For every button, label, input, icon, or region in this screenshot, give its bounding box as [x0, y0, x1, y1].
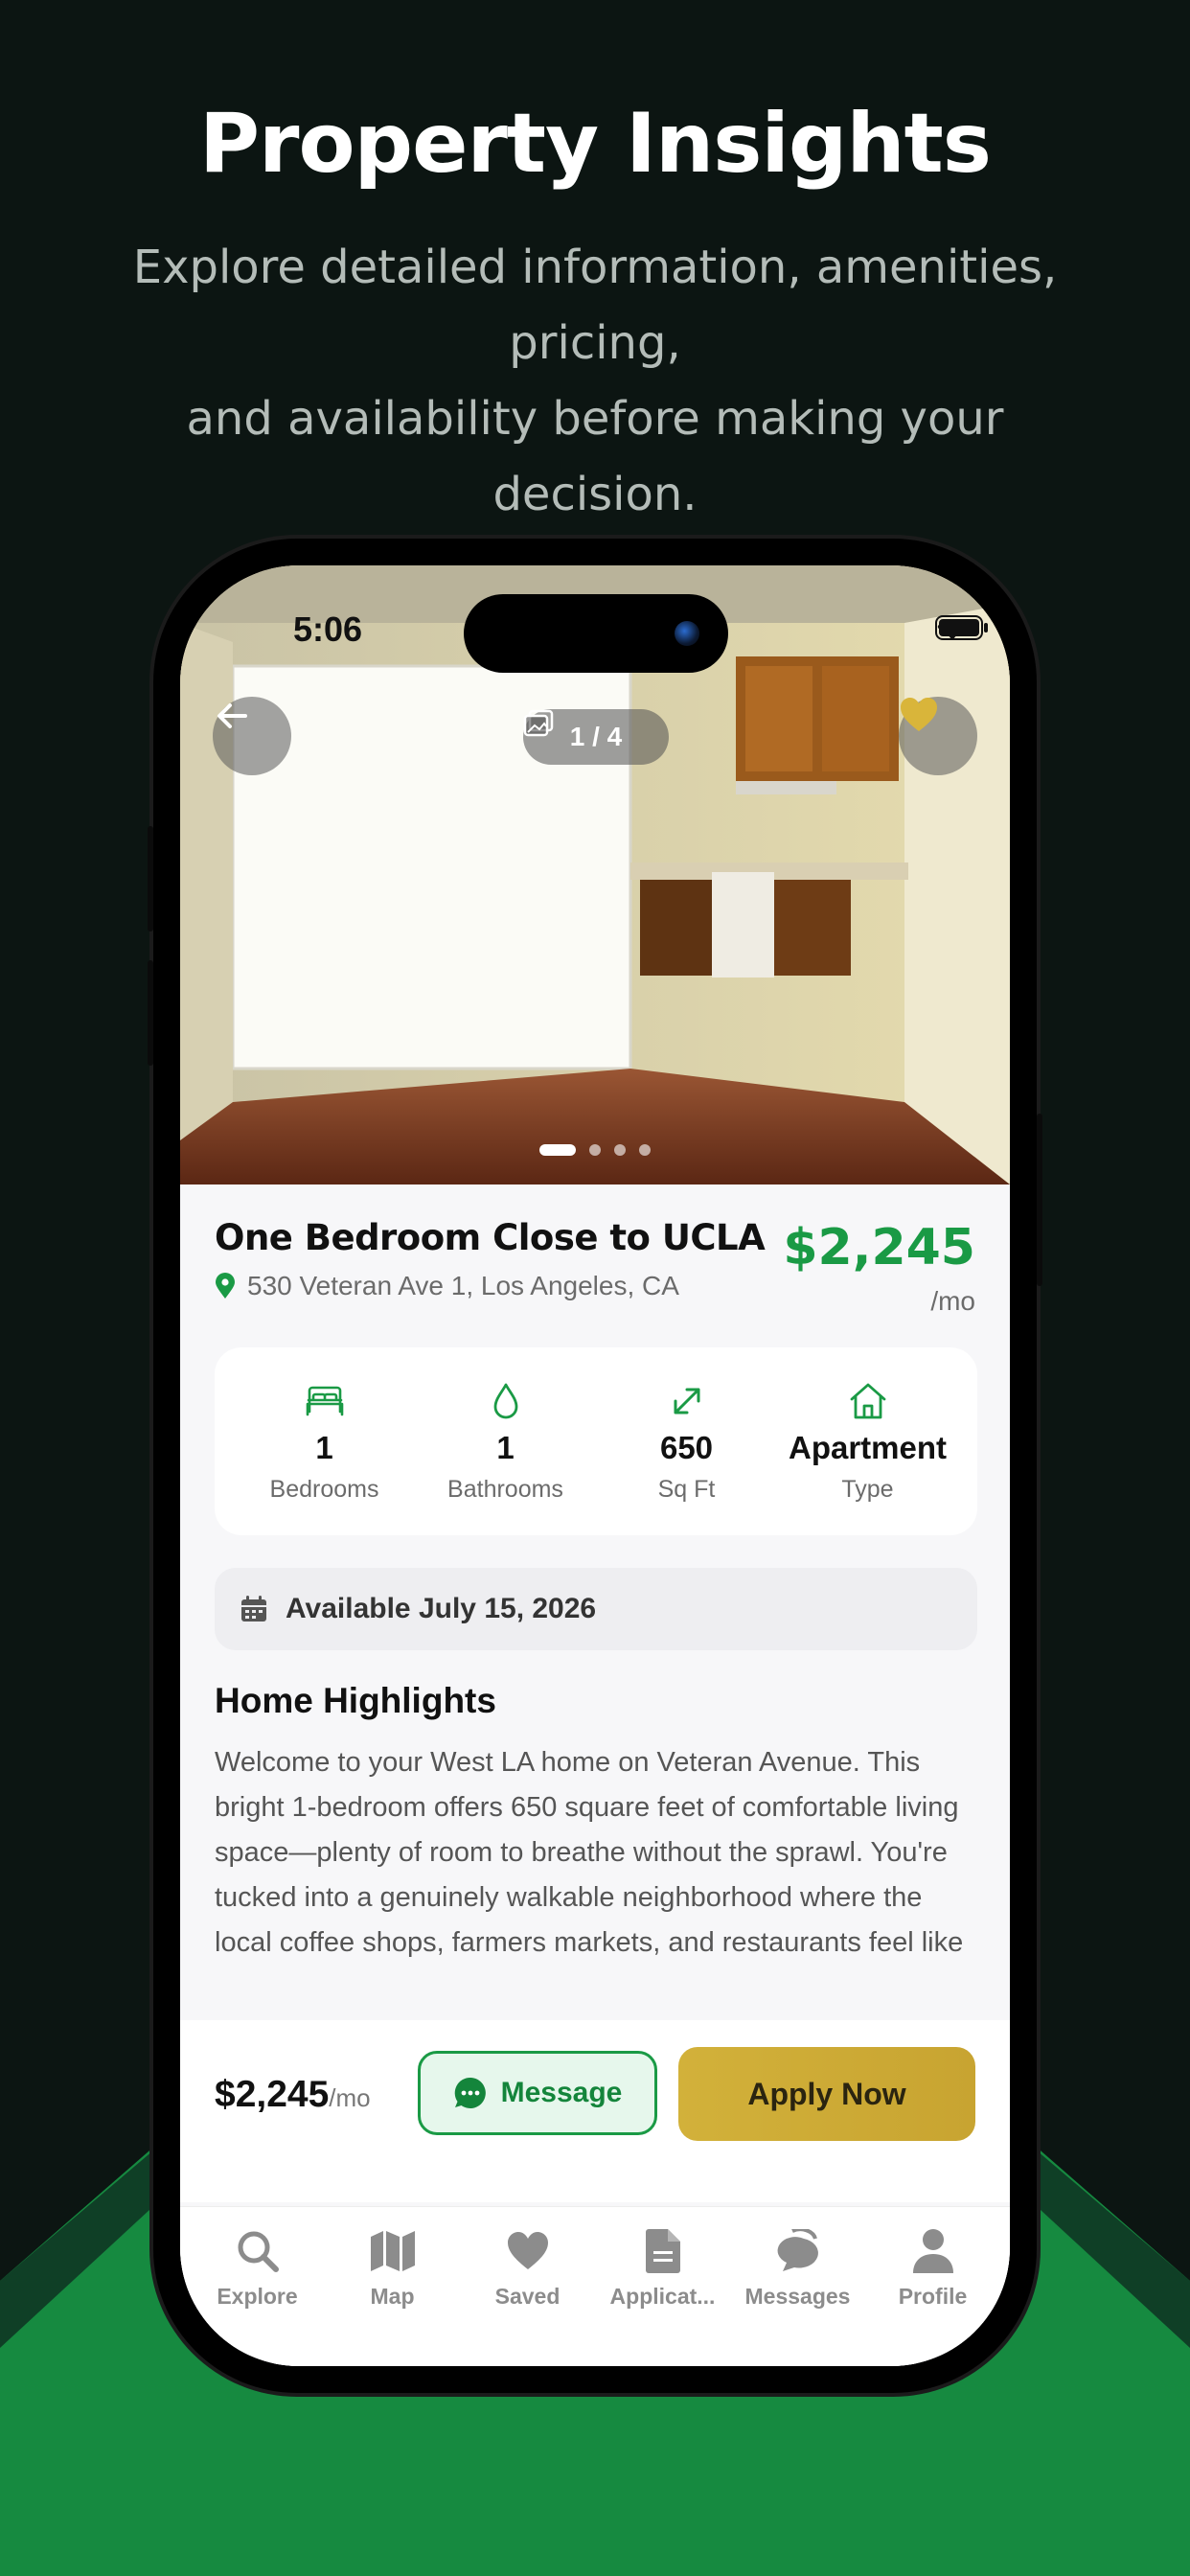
tab-saved[interactable]: Saved — [461, 2224, 595, 2366]
tab-messages[interactable]: Messages — [731, 2224, 865, 2366]
pagination-dot[interactable] — [639, 1144, 651, 1156]
camera-icon — [675, 621, 699, 646]
app-screen: 5:06 1 / 4 One Bedroom Close to UCLA 530… — [180, 565, 1010, 2366]
chat-icon — [454, 2077, 486, 2108]
bottom-tab-bar: Explore Map Saved Applicat... Messages P… — [180, 2206, 1010, 2366]
stat-label: Bedrooms — [269, 1475, 379, 1503]
action-price-value: $2,245 — [215, 2074, 330, 2115]
stat-bedrooms: 1 Bedrooms — [234, 1380, 415, 1504]
highlights-title: Home Highlights — [215, 1681, 496, 1720]
heart-icon — [901, 698, 937, 731]
highlights-description: Welcome to your West LA home on Veteran … — [215, 1747, 964, 1958]
tab-applications[interactable]: Applicat... — [596, 2224, 730, 2366]
water-drop-icon — [493, 1383, 517, 1418]
listing-title: One Bedroom Close to UCLA — [215, 1217, 766, 1258]
pagination-dot[interactable] — [614, 1144, 626, 1156]
availability-banner: Available July 15, 2026 — [215, 1568, 977, 1650]
booking-action-bar: $2,245/mo Message Apply Now — [180, 2020, 1010, 2202]
stat-type: Apartment Type — [777, 1380, 958, 1504]
phone-side-button — [148, 826, 153, 932]
phone-side-button — [148, 960, 153, 1066]
stat-value: 650 — [659, 1429, 714, 1465]
tab-label: Applicat... — [609, 2284, 716, 2309]
favorite-button[interactable] — [899, 697, 977, 775]
stat-value: Apartment — [788, 1429, 948, 1465]
tab-label: Messages — [744, 2284, 851, 2309]
stat-label: Type — [841, 1475, 894, 1503]
tab-profile[interactable]: Profile — [866, 2224, 1000, 2366]
promo-title: Property Insights — [199, 96, 992, 192]
photo-pagination — [180, 1144, 1010, 1156]
house-icon — [850, 1383, 885, 1418]
action-price-unit: /mo — [329, 2083, 371, 2112]
tab-explore[interactable]: Explore — [191, 2224, 325, 2366]
tab-label: Profile — [898, 2284, 968, 2309]
stat-bathrooms: 1 Bathrooms — [415, 1380, 596, 1504]
search-icon — [238, 2231, 279, 2272]
property-stats-card: 1 Bedrooms 1 Bathrooms 650 Sq Ft Apartme… — [215, 1347, 977, 1535]
tab-label: Map — [370, 2284, 415, 2309]
person-icon — [912, 2229, 953, 2273]
photo-counter: 1 / 4 — [523, 709, 669, 765]
pagination-dot-active[interactable] — [539, 1144, 576, 1156]
promo-subtitle-line: Explore detailed information, amenities,… — [132, 241, 1058, 370]
apply-now-button[interactable]: Apply Now — [678, 2047, 975, 2141]
phone-side-button — [1037, 1114, 1042, 1286]
phone-frame: 5:06 1 / 4 One Bedroom Close to UCLA 530… — [148, 539, 1042, 2393]
tab-map[interactable]: Map — [326, 2224, 460, 2366]
property-photo[interactable]: 5:06 1 / 4 — [180, 565, 1010, 1184]
expand-arrows-icon — [674, 1388, 699, 1414]
heart-icon — [507, 2232, 548, 2269]
images-icon — [523, 709, 554, 737]
document-icon — [645, 2229, 680, 2273]
address-text: 530 Veteran Ave 1, Los Angeles, CA — [247, 1271, 679, 1300]
arrow-left-icon — [217, 703, 247, 728]
listing-price-unit: /mo — [930, 1286, 975, 1316]
stat-value: 1 — [315, 1429, 333, 1465]
photo-counter-label: 1 / 4 — [569, 722, 623, 751]
tab-label: Saved — [494, 2284, 561, 2309]
promo-subtitle-line: and availability before making your — [186, 392, 1004, 446]
back-button[interactable] — [213, 697, 291, 775]
stat-label: Bathrooms — [447, 1475, 563, 1503]
promo-subtitle-line: decision. — [492, 468, 698, 521]
message-button-label: Message — [500, 2077, 623, 2108]
status-time: 5:06 — [293, 610, 363, 649]
stat-label: Sq Ft — [657, 1475, 716, 1503]
stat-value: 1 — [496, 1429, 515, 1465]
calendar-icon — [241, 1596, 266, 1622]
message-button[interactable]: Message — [418, 2051, 657, 2135]
dynamic-island — [464, 594, 728, 673]
availability-text: Available July 15, 2026 — [286, 1593, 597, 1624]
bed-icon — [306, 1386, 343, 1415]
map-icon — [370, 2231, 415, 2271]
battery-icon — [935, 615, 988, 640]
listing-price: $2,245 — [783, 1219, 975, 1276]
tab-label: Explore — [217, 2284, 298, 2309]
listing-address: 530 Veteran Ave 1, Los Angeles, CA — [215, 1271, 679, 1301]
action-price: $2,245/mo — [215, 2074, 371, 2116]
location-pin-icon — [216, 1273, 235, 1299]
promo-subtitle: Explore detailed information, amenities,… — [57, 230, 1133, 533]
stat-square-feet: 650 Sq Ft — [596, 1380, 777, 1504]
pagination-dot[interactable] — [589, 1144, 601, 1156]
chat-bubbles-icon — [777, 2229, 818, 2271]
